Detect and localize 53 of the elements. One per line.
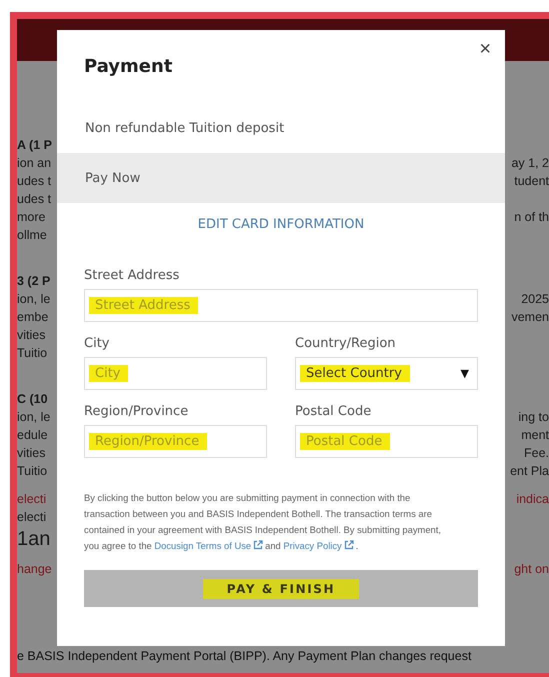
background-text: 1an (17, 529, 50, 552)
dialog-title: Payment (84, 56, 174, 77)
background-text: ion an (17, 157, 52, 172)
background-text: vities (17, 329, 46, 344)
close-button[interactable]: × (475, 38, 495, 61)
privacy-link[interactable]: Privacy Policy (283, 540, 342, 551)
background-text: Tuitio (17, 465, 48, 480)
background-text: vemen (511, 311, 549, 326)
background-text: ment (521, 429, 549, 444)
background-text: tudent (514, 175, 549, 190)
field-label: Street Address (84, 268, 180, 283)
background-text: electi (17, 493, 46, 508)
background-text: more (17, 211, 46, 226)
pay-and-finish-button[interactable]: PAY & FINISH (84, 570, 478, 607)
background-text: e BASIS Independent Payment Portal (BIPP). Any Payment Plan changes request (17, 649, 472, 663)
field-label: City (84, 336, 110, 351)
external-link-icon (253, 540, 264, 550)
background-text: 2025 (521, 293, 549, 308)
caret-icon: ▼ (460, 367, 469, 380)
field-label: Region/Province (84, 404, 190, 419)
background-text: 3 (2 P (17, 275, 50, 290)
background-text: C (10 (17, 393, 48, 408)
input-field[interactable]: City (84, 357, 267, 390)
background-text: ollme (17, 229, 47, 244)
background-text: ent Pla (510, 465, 549, 480)
background-text: ion, le (17, 411, 50, 426)
payment-row: Pay Now (57, 153, 505, 203)
background-text: vities (17, 447, 46, 462)
terms-link[interactable]: Docusign Terms of Use (154, 540, 252, 551)
edit-card-link[interactable]: EDIT CARD INFORMATION (198, 217, 364, 232)
background-text: udes t (17, 175, 52, 190)
background-text: ay 1, 2 (511, 157, 549, 172)
country-select[interactable]: Select Country ▼ (295, 357, 478, 390)
background-text: udes t (17, 193, 52, 208)
background-text: ion, le (17, 293, 50, 308)
background-text: edule (17, 429, 48, 444)
background-text: Fee. (524, 447, 549, 462)
input-field[interactable]: Postal Code (295, 425, 478, 458)
background-text: A (1 P (17, 139, 52, 154)
background-text: n of th (514, 211, 549, 226)
terms-paragraph: By clicking the button below you are submitting payment in connection with the transaction between you and BASIS Independent Bothell. The transaction terms are contained in your agreement with BASIS Independent Bothell. By submitting payment, you agree to the Docusign Terms of Use and Privacy Policy . (84, 491, 442, 553)
background-text: ing to (518, 411, 549, 426)
background-text: electi (17, 511, 46, 526)
background-text: ght on (514, 563, 549, 578)
background-text: indica (516, 493, 549, 508)
external-link-icon (344, 540, 354, 550)
background-text: Tuitio (17, 347, 48, 362)
field-label: Postal Code (295, 404, 372, 419)
background-text: hange (17, 563, 52, 578)
field-label: Country/Region (295, 336, 397, 351)
input-field[interactable]: Region/Province (84, 425, 267, 458)
input-field[interactable]: Street Address (84, 289, 478, 322)
background-text: embe (17, 311, 48, 326)
